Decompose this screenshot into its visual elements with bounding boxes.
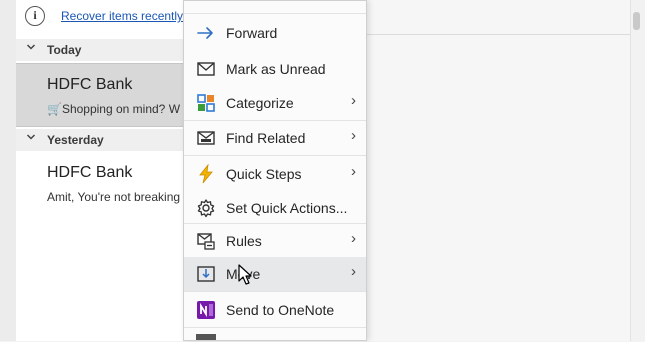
message-preview: Amit, You're not breaking xyxy=(47,190,181,204)
chevron-right-icon: › xyxy=(351,230,356,247)
menu-item-send-to-onenote[interactable]: Send to OneNote xyxy=(184,293,366,327)
info-icon: i xyxy=(25,6,45,26)
onenote-icon xyxy=(196,300,216,320)
scrollbar-thumb[interactable] xyxy=(633,12,640,30)
menu-item-label: Rules xyxy=(226,233,262,249)
group-label: Yesterday xyxy=(47,133,104,147)
menu-item-mark-as-unread[interactable]: Mark as Unread xyxy=(184,52,366,86)
menu-item-move[interactable]: Move › xyxy=(184,257,366,291)
chevron-down-icon[interactable] xyxy=(26,42,36,55)
chevron-right-icon: › xyxy=(351,127,356,144)
group-header-today[interactable]: Today xyxy=(16,39,192,61)
menu-item-label: Mark as Unread xyxy=(226,61,326,77)
menu-item-categorize[interactable]: Categorize › xyxy=(184,86,366,120)
scrollbar[interactable] xyxy=(630,0,645,341)
group-label: Today xyxy=(47,43,82,57)
menu-separator xyxy=(184,155,366,156)
menu-separator xyxy=(184,291,366,292)
rules-icon xyxy=(196,231,216,251)
menu-item-find-related[interactable]: Find Related › xyxy=(184,121,366,155)
menu-item-set-quick-actions[interactable]: Set Quick Actions... xyxy=(184,191,366,225)
menu-item-label: Forward xyxy=(226,25,278,41)
folder-pane-edge xyxy=(0,0,16,341)
recover-items-link[interactable]: Recover items recently xyxy=(61,9,183,23)
menu-item-label: Set Quick Actions... xyxy=(226,200,348,216)
menu-item-quick-steps[interactable]: Quick Steps › xyxy=(184,157,366,191)
menu-separator xyxy=(184,327,366,328)
chevron-right-icon: › xyxy=(351,92,356,109)
message-preview: 🛒Shopping on mind? W xyxy=(47,102,181,116)
menu-item-cut-off xyxy=(184,0,366,7)
partial-icon xyxy=(196,334,216,340)
menu-item-label: Find Related xyxy=(226,130,306,146)
reading-pane xyxy=(366,0,645,341)
envelope-icon xyxy=(196,59,216,79)
message-sender: HDFC Bank xyxy=(47,76,133,93)
chevron-right-icon: › xyxy=(351,163,356,180)
menu-item-rules[interactable]: Rules › xyxy=(184,224,366,258)
message-item[interactable]: HDFC Bank Amit, You're not breaking xyxy=(16,152,192,216)
message-item[interactable]: HDFC Bank 🛒Shopping on mind? W xyxy=(16,63,192,127)
recover-items-bar: i Recover items recently xyxy=(16,2,196,32)
find-related-envelope-icon xyxy=(196,128,216,148)
chevron-right-icon: › xyxy=(351,263,356,280)
menu-item-cut-off xyxy=(184,331,366,342)
menu-separator xyxy=(184,13,366,14)
message-sender: HDFC Bank xyxy=(47,164,133,181)
context-menu: Forward Mark as Unread Categorize › Find… xyxy=(183,0,367,341)
mouse-cursor-icon xyxy=(238,264,254,286)
menu-item-forward[interactable]: Forward xyxy=(184,16,366,50)
gear-icon xyxy=(196,198,216,218)
menu-item-label: Send to OneNote xyxy=(226,302,335,318)
forward-arrow-icon xyxy=(196,23,216,43)
group-header-yesterday[interactable]: Yesterday xyxy=(16,129,192,151)
categorize-grid-icon xyxy=(196,93,216,113)
move-to-folder-icon xyxy=(196,264,216,284)
menu-item-label: Categorize xyxy=(226,95,294,111)
lightning-icon xyxy=(196,163,216,184)
menu-item-label: Quick Steps xyxy=(226,166,302,182)
chevron-down-icon[interactable] xyxy=(26,132,36,145)
reading-pane-divider xyxy=(366,34,645,35)
